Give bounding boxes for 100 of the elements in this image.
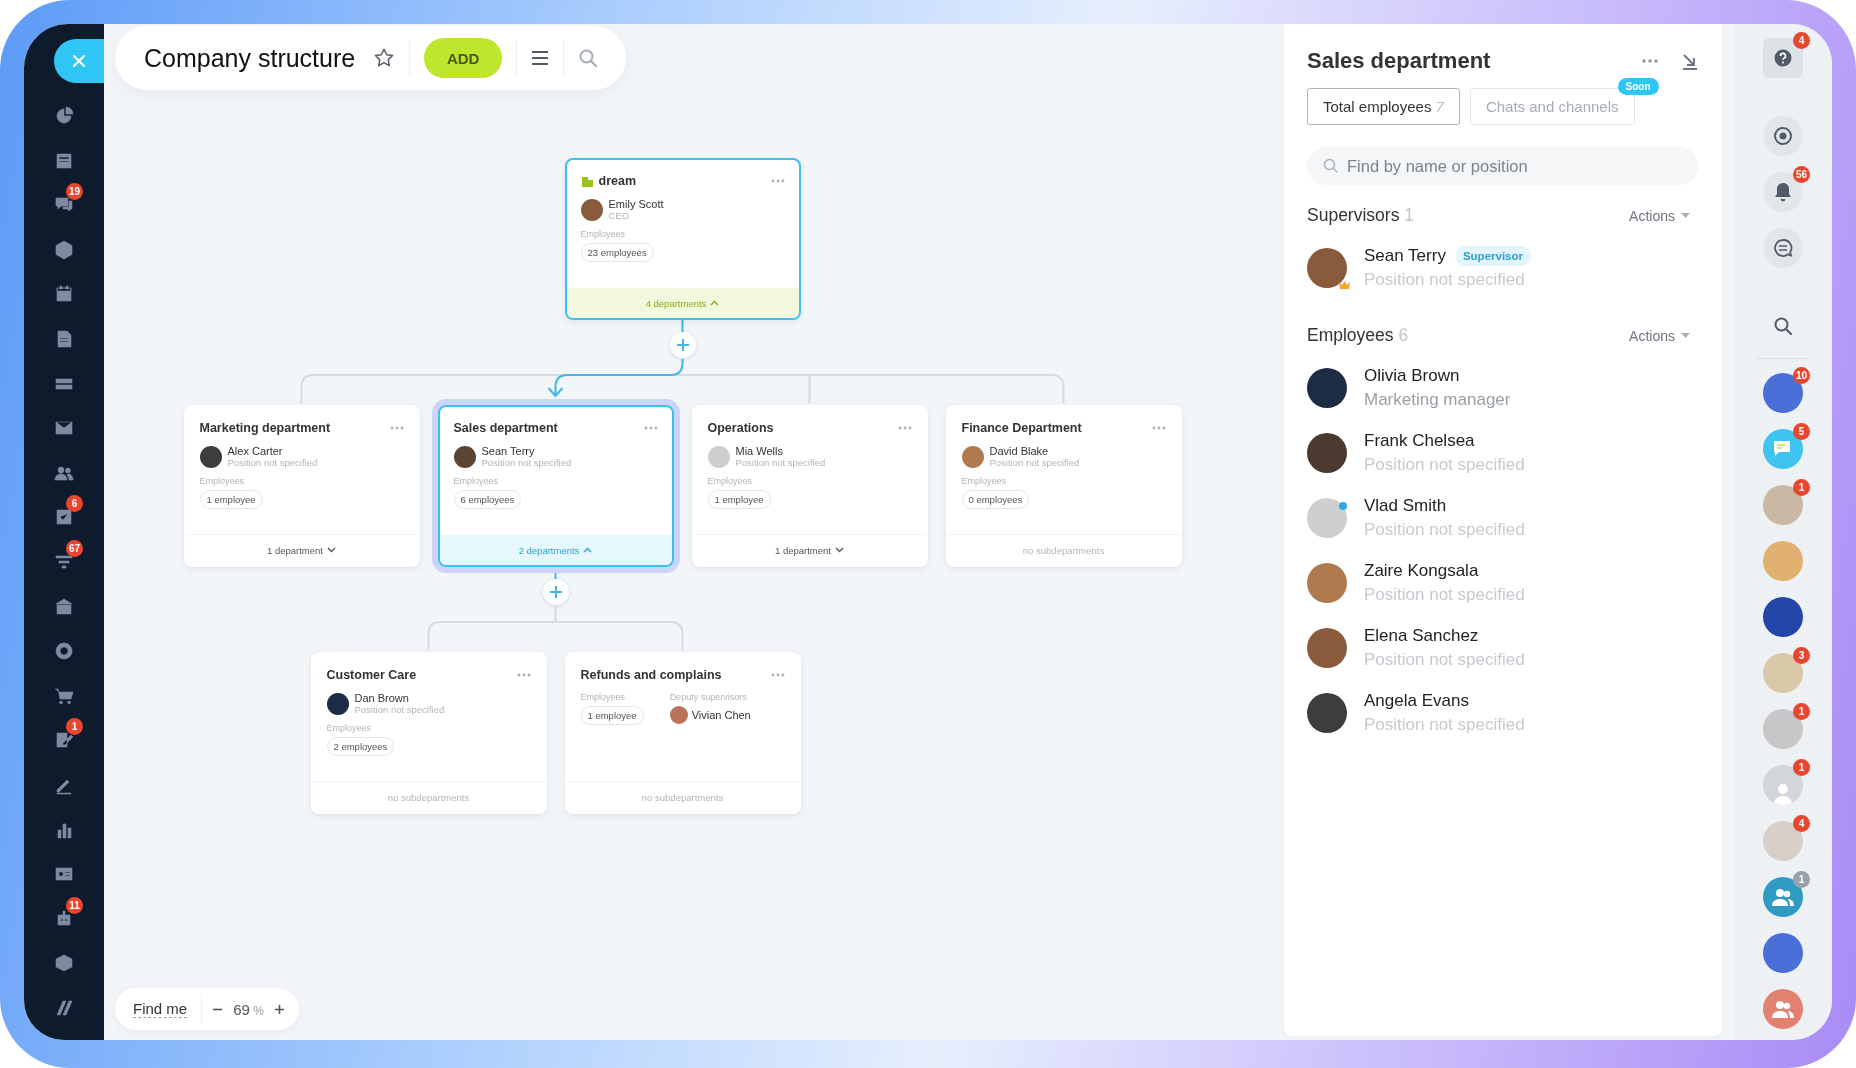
deputy-name: Vivian Chen [691,709,751,721]
avatar [707,445,730,468]
online-dot [1339,501,1347,510]
calendar-icon[interactable] [54,284,74,305]
collapse-icon[interactable] [1682,52,1698,70]
logo-icon[interactable] [54,997,74,1018]
person-name[interactable]: Sean Terry [1364,245,1446,266]
notification-badge: 56 [1792,166,1810,183]
newspaper-icon[interactable] [54,150,74,171]
crown-icon [1338,279,1351,290]
more-icon[interactable] [1642,59,1658,63]
department-name: Marketing department [199,421,332,435]
person-name[interactable]: Zaire Kongsala [1364,560,1479,581]
cart-icon[interactable] [54,685,74,706]
person-name[interactable]: Vlad Smith [1364,495,1447,516]
chat-avatar[interactable] [1763,821,1803,861]
person-name[interactable]: Olivia Brown [1364,365,1460,386]
employees-label: Employees [961,476,1007,486]
person-name[interactable]: Frank Chelsea [1364,430,1475,451]
document-icon[interactable] [54,328,74,349]
supervisor-tag: Supervisor [1454,245,1531,266]
subdepartments-note: no subdepartments [1022,544,1105,556]
tab[interactable]: Total employees 7 [1307,88,1460,125]
assistant-button[interactable] [1763,116,1803,156]
employees-label: Employees [580,692,626,702]
group-chat-avatar[interactable] [1763,989,1803,1029]
person-position: Marketing manager [1364,389,1511,410]
person-name[interactable]: Angela Evans [1364,690,1469,711]
supervisor-position: Position not specified [481,457,572,468]
user-icon [1772,781,1794,805]
department-name: Customer Care [326,668,418,682]
cube-icon[interactable] [54,953,74,974]
chat-avatar[interactable] [1763,765,1803,805]
robot-icon[interactable] [54,908,74,929]
notification-badge: 1 [1793,871,1810,888]
plus-icon[interactable] [273,1003,285,1015]
hexagon-icon[interactable] [54,239,74,260]
supervisor-name: David Blake [989,445,1050,457]
find-me-link[interactable]: Find me [133,1000,188,1018]
subdepartments-toggle[interactable]: 1 department [267,544,336,556]
person-name[interactable]: Elena Sanchez [1364,625,1479,646]
notification-badge: 1 [1793,759,1810,776]
department-card[interactable]: Marketing department Alex Carter Position not specified Employees 1 employee 1 department [183,405,420,567]
person-position: Position not specified [1364,649,1525,670]
plus-icon [675,338,690,352]
department-card[interactable]: dream Emily Scott CEO Employees 23 employees 4 departments [564,158,801,320]
employees-label: Employees [326,723,372,733]
search-icon[interactable] [1773,316,1793,336]
add-button[interactable]: ADD [424,38,503,78]
employees-label: Employees [707,476,753,486]
department-card[interactable]: Refunds and complains Employees 1 employee Deputy supervisors Vivian Chen no subdepartments [564,652,801,814]
connector-line [681,319,684,334]
close-button[interactable] [54,39,104,83]
department-name: Operations [707,421,775,435]
search-field[interactable]: Find by name or position [1307,147,1698,185]
chat-avatar[interactable] [1763,709,1803,749]
employees-label: Employees [580,229,626,239]
actions-dropdown[interactable]: Actions [1629,207,1690,224]
employees-label: Employees [199,476,245,486]
pie-chart-icon[interactable] [54,106,74,126]
group-chat-avatar[interactable] [1763,877,1803,917]
notification-badge: 5 [1793,423,1810,440]
actions-dropdown[interactable]: Actions [1629,327,1690,344]
chevron-up-icon [710,300,720,306]
target-icon[interactable] [54,641,74,662]
signature-icon[interactable] [54,730,74,751]
menu-icon[interactable] [531,51,550,65]
messages-button[interactable] [1763,228,1803,268]
notification-badge: 4 [1793,815,1810,832]
department-card[interactable]: Customer Care Dan Brown Position not specified Employees 2 employees no subdepartments [310,652,547,814]
supervisor-name: Sean Terry [481,445,536,457]
chat-avatar[interactable] [1763,485,1803,525]
person-position: Position not specified [1364,519,1525,540]
subdepartments-note: no subdepartments [387,791,470,803]
department-card[interactable]: Operations Mia Wells Position not specified Employees 1 employee 1 department [691,405,928,567]
chat-avatar[interactable] [1763,429,1803,469]
building-icon [580,174,594,188]
supervisor-position: Position not specified [354,704,445,715]
chat-avatar[interactable] [1763,597,1803,637]
help-button[interactable] [1763,38,1803,78]
subdepartments-toggle[interactable]: 1 department [775,544,844,556]
chat-avatar[interactable] [1763,653,1803,693]
help-icon [1774,49,1792,67]
zoom-value: 69 % [233,1000,264,1018]
star-icon[interactable] [373,47,396,69]
chat-icon [1773,238,1793,258]
supervisor-name: Mia Wells [735,445,784,457]
department-card[interactable]: Finance Department David Blake Position not specified Employees 0 employees no subdepartments [945,405,1182,567]
avatar [669,706,688,724]
chat-avatar[interactable] [1763,933,1803,973]
supervisor-position: Position not specified [989,457,1080,468]
supervisor-name: Alex Carter [227,445,284,457]
panel-title: Sales department [1307,48,1492,74]
person-position: Position not specified [1364,584,1525,605]
supervisor-name: Emily Scott [608,198,664,210]
checkbox-icon[interactable] [54,507,74,528]
deputy-label: Deputy supervisors [669,692,747,702]
notification-badge: 11 [66,896,83,914]
building-icon[interactable] [54,596,74,617]
chevron-down-icon [835,547,844,553]
